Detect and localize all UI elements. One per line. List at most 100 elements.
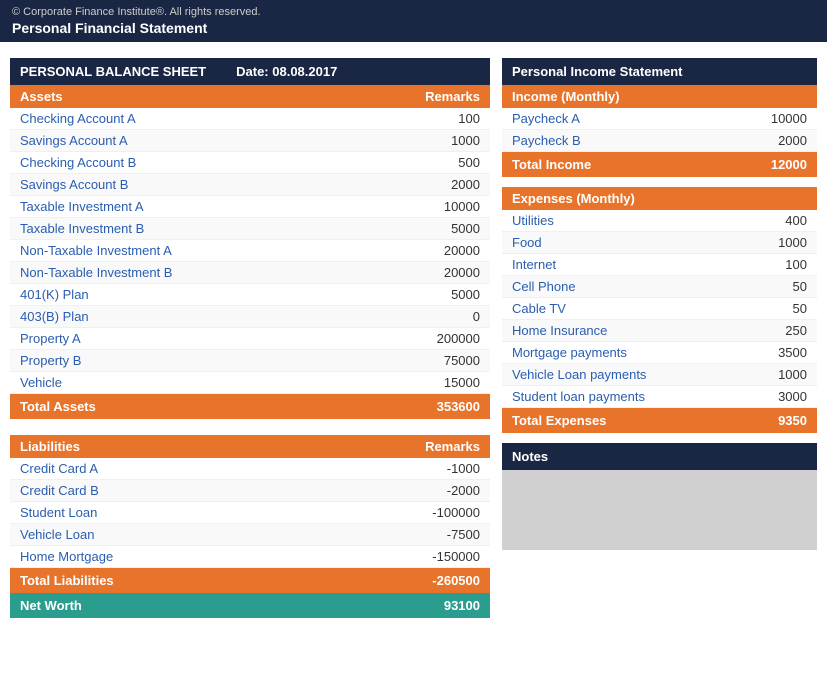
notes-title: Notes: [502, 443, 817, 470]
asset-label: Property A: [20, 331, 380, 346]
asset-value: 100: [380, 111, 480, 126]
asset-row: 401(K) Plan5000: [10, 284, 490, 306]
asset-value: 5000: [380, 287, 480, 302]
asset-value: 15000: [380, 375, 480, 390]
asset-row: Taxable Investment B5000: [10, 218, 490, 240]
asset-row: Savings Account A1000: [10, 130, 490, 152]
expense-value: 100: [727, 257, 807, 272]
expense-label: Utilities: [512, 213, 727, 228]
income-table: Paycheck A10000Paycheck B2000: [502, 108, 817, 152]
asset-label: Checking Account B: [20, 155, 380, 170]
income-value: 10000: [727, 111, 807, 126]
asset-label: Property B: [20, 353, 380, 368]
net-worth-row: Net Worth 93100: [10, 593, 490, 618]
balance-sheet-header: PERSONAL BALANCE SHEET Date: 08.08.2017: [10, 58, 490, 85]
expense-row: Mortgage payments3500: [502, 342, 817, 364]
asset-row: Non-Taxable Investment A20000: [10, 240, 490, 262]
notes-body: [502, 470, 817, 550]
expense-row: Internet100: [502, 254, 817, 276]
liability-label: Credit Card B: [20, 483, 380, 498]
asset-row: Savings Account B2000: [10, 174, 490, 196]
asset-label: Taxable Investment A: [20, 199, 380, 214]
expense-value: 1000: [727, 367, 807, 382]
asset-row: Vehicle15000: [10, 372, 490, 394]
total-assets-label: Total Assets: [20, 399, 380, 414]
asset-label: Non-Taxable Investment A: [20, 243, 380, 258]
asset-label: Savings Account B: [20, 177, 380, 192]
copyright-text: © Corporate Finance Institute®. All righ…: [12, 6, 815, 18]
liability-label: Home Mortgage: [20, 549, 380, 564]
liability-row: Credit Card B-2000: [10, 480, 490, 502]
asset-row: Property A200000: [10, 328, 490, 350]
asset-row: Taxable Investment A10000: [10, 196, 490, 218]
total-assets-row: Total Assets 353600: [10, 394, 490, 419]
total-expenses-row: Total Expenses 9350: [502, 408, 817, 433]
expense-label: Vehicle Loan payments: [512, 367, 727, 382]
liability-value: -2000: [380, 483, 480, 498]
expense-label: Food: [512, 235, 727, 250]
asset-value: 75000: [380, 353, 480, 368]
asset-label: 403(B) Plan: [20, 309, 380, 324]
net-worth-value: 93100: [380, 598, 480, 613]
asset-value: 0: [380, 309, 480, 324]
assets-label: Assets: [20, 89, 380, 104]
expense-label: Home Insurance: [512, 323, 727, 338]
expense-row: Home Insurance250: [502, 320, 817, 342]
asset-value: 500: [380, 155, 480, 170]
asset-label: Checking Account A: [20, 111, 380, 126]
liability-row: Credit Card A-1000: [10, 458, 490, 480]
liability-label: Vehicle Loan: [20, 527, 380, 542]
total-income-row: Total Income 12000: [502, 152, 817, 177]
total-liabilities-row: Total Liabilities -260500: [10, 568, 490, 593]
expense-row: Cell Phone50: [502, 276, 817, 298]
liability-value: -100000: [380, 505, 480, 520]
liability-row: Vehicle Loan-7500: [10, 524, 490, 546]
expense-label: Cable TV: [512, 301, 727, 316]
income-value: 2000: [727, 133, 807, 148]
expense-row: Utilities400: [502, 210, 817, 232]
asset-row: Checking Account B500: [10, 152, 490, 174]
asset-row: Non-Taxable Investment B20000: [10, 262, 490, 284]
top-bar: © Corporate Finance Institute®. All righ…: [0, 0, 827, 42]
asset-row: Checking Account A100: [10, 108, 490, 130]
income-label: Paycheck B: [512, 133, 727, 148]
income-row: Paycheck B2000: [502, 130, 817, 152]
income-monthly-header: Income (Monthly): [502, 85, 817, 108]
expense-value: 1000: [727, 235, 807, 250]
expense-label: Cell Phone: [512, 279, 727, 294]
balance-sheet-title: PERSONAL BALANCE SHEET: [20, 64, 206, 79]
expense-value: 50: [727, 301, 807, 316]
expense-row: Student loan payments3000: [502, 386, 817, 408]
notes-section: Notes: [502, 443, 817, 550]
expense-row: Vehicle Loan payments1000: [502, 364, 817, 386]
remarks-label: Remarks: [380, 89, 480, 104]
liability-value: -1000: [380, 461, 480, 476]
asset-value: 1000: [380, 133, 480, 148]
income-statement-title: Personal Income Statement: [502, 58, 817, 85]
liability-row: Home Mortgage-150000: [10, 546, 490, 568]
asset-value: 5000: [380, 221, 480, 236]
asset-value: 2000: [380, 177, 480, 192]
right-panel: Personal Income Statement Income (Monthl…: [502, 58, 817, 618]
expense-label: Student loan payments: [512, 389, 727, 404]
asset-label: 401(K) Plan: [20, 287, 380, 302]
expense-value: 50: [727, 279, 807, 294]
assets-table: Checking Account A100Savings Account A10…: [10, 108, 490, 394]
liability-label: Student Loan: [20, 505, 380, 520]
total-expenses-label: Total Expenses: [512, 413, 727, 428]
liabilities-column-header: Liabilities Remarks: [10, 435, 490, 458]
asset-label: Vehicle: [20, 375, 380, 390]
asset-value: 200000: [380, 331, 480, 346]
expense-row: Cable TV50: [502, 298, 817, 320]
liabilities-remarks-label: Remarks: [380, 439, 480, 454]
total-liabilities-label: Total Liabilities: [20, 573, 380, 588]
total-liabilities-value: -260500: [380, 573, 480, 588]
balance-sheet-date: Date: 08.08.2017: [236, 64, 337, 79]
liability-row: Student Loan-100000: [10, 502, 490, 524]
liability-label: Credit Card A: [20, 461, 380, 476]
asset-label: Non-Taxable Investment B: [20, 265, 380, 280]
total-expenses-value: 9350: [727, 413, 807, 428]
expense-value: 3500: [727, 345, 807, 360]
expense-value: 3000: [727, 389, 807, 404]
liability-value: -7500: [380, 527, 480, 542]
